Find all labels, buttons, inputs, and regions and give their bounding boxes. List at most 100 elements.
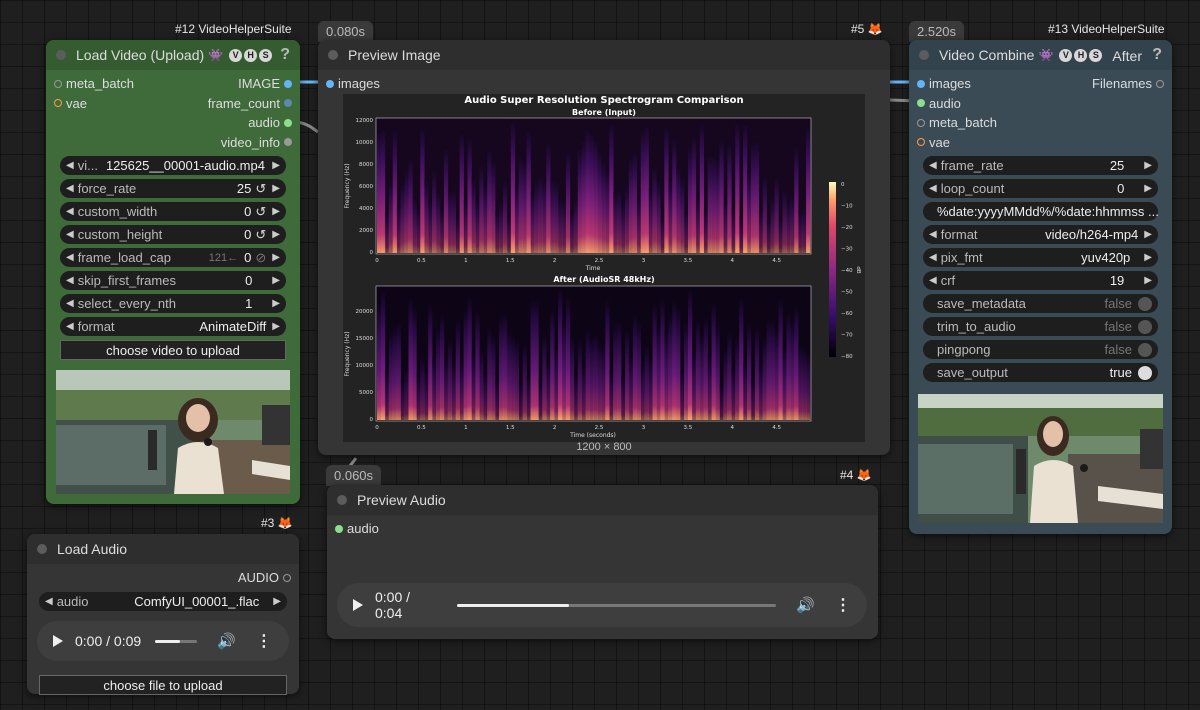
- reset-icon[interactable]: ↺: [255, 204, 266, 220]
- arrow-left-icon[interactable]: ◀: [929, 183, 937, 194]
- audio-player[interactable]: 0:00 / 0:04 🔊 ⋮: [337, 583, 867, 627]
- output-slot-image[interactable]: [284, 79, 292, 88]
- arrow-left-icon[interactable]: ◀: [66, 229, 74, 240]
- custom-height-widget[interactable]: ◀ custom_height 0 ↺ ▶: [60, 225, 286, 244]
- save-output-toggle[interactable]: save_output true: [923, 363, 1158, 382]
- arrow-right-icon[interactable]: ▶: [1144, 252, 1152, 263]
- node-graph-canvas[interactable]: #12 VideoHelperSuite Load Video (Upload)…: [0, 0, 1200, 710]
- frame-rate-widget[interactable]: ◀ frame_rate 25 ▶: [923, 156, 1158, 175]
- volume-slider[interactable]: [155, 639, 198, 643]
- trim-to-audio-toggle[interactable]: trim_to_audio false: [923, 317, 1158, 336]
- collapse-dot-icon[interactable]: [56, 50, 66, 60]
- audio-player[interactable]: 0:00 / 0:09 🔊 ⋮: [37, 621, 289, 661]
- video-combine-title-bar[interactable]: Video Combine 👾 V H S After ?: [909, 40, 1172, 70]
- play-icon[interactable]: [353, 599, 363, 611]
- help-icon[interactable]: ?: [280, 46, 290, 64]
- arrow-left-icon[interactable]: ◀: [66, 160, 74, 171]
- arrow-right-icon[interactable]: ▶: [272, 252, 280, 263]
- arrow-left-icon[interactable]: ◀: [66, 298, 74, 309]
- format-widget[interactable]: ◀ format AnimateDiff ▶: [60, 317, 286, 336]
- load-video-title-bar[interactable]: Load Video (Upload) 👾 V H S ?: [46, 40, 300, 70]
- audio-progress-bar[interactable]: [457, 603, 777, 607]
- audio-file-widget[interactable]: ◀ audio ComfyUI_00001_.flac ▶: [39, 591, 287, 611]
- output-slot-audio[interactable]: [284, 118, 292, 127]
- preview-audio-title-bar[interactable]: Preview Audio: [327, 485, 878, 515]
- arrow-right-icon[interactable]: ▶: [273, 596, 281, 607]
- preview-audio-node[interactable]: Preview Audio audio 0:00 / 0:04 🔊 ⋮: [327, 485, 878, 639]
- reset-icon[interactable]: ↺: [255, 227, 266, 243]
- video-file-widget[interactable]: ◀ vi... 125625__00001-audio.mp4 ▶: [60, 156, 286, 175]
- filename-prefix-widget[interactable]: %date:yyyyMMdd%/%date:hhmmss ...: [923, 202, 1159, 221]
- input-slot-audio[interactable]: [917, 99, 925, 108]
- force-rate-widget[interactable]: ◀ force_rate 25 ↺ ▶: [60, 179, 286, 198]
- choose-file-button[interactable]: choose file to upload: [39, 675, 287, 695]
- video-combine-node[interactable]: Video Combine 👾 V H S After ? images Fil…: [909, 40, 1172, 534]
- arrow-left-icon[interactable]: ◀: [66, 252, 74, 263]
- pix-fmt-widget[interactable]: ◀ pix_fmt yuv420p ▶: [923, 248, 1158, 267]
- input-slot-images[interactable]: [917, 79, 925, 88]
- collapse-dot-icon[interactable]: [337, 495, 347, 505]
- volume-icon[interactable]: 🔊: [217, 632, 236, 650]
- output-slot-frame-count[interactable]: [284, 99, 292, 108]
- choose-video-button[interactable]: choose video to upload: [60, 340, 286, 360]
- toggle-off-icon[interactable]: [1138, 319, 1152, 334]
- output-slot-filenames[interactable]: [1156, 79, 1164, 88]
- format-widget[interactable]: ◀ format video/h264-mp4 ▶: [923, 225, 1158, 244]
- arrow-right-icon[interactable]: ▶: [1144, 183, 1152, 194]
- collapse-dot-icon[interactable]: [919, 50, 929, 60]
- arrow-right-icon[interactable]: ▶: [272, 229, 280, 240]
- arrow-right-icon[interactable]: ▶: [272, 160, 280, 171]
- frame-load-cap-widget[interactable]: ◀ frame_load_cap 121← 0 ⊘ ▶: [60, 248, 286, 267]
- arrow-left-icon[interactable]: ◀: [66, 183, 74, 194]
- input-slot-meta-batch[interactable]: [917, 118, 925, 127]
- crf-widget[interactable]: ◀ crf 19 ▶: [923, 271, 1158, 290]
- skip-first-frames-widget[interactable]: ◀ skip_first_frames 0 ▶: [60, 271, 286, 290]
- arrow-left-icon[interactable]: ◀: [66, 321, 74, 332]
- arrow-left-icon[interactable]: ◀: [929, 252, 937, 263]
- toggle-off-icon[interactable]: [1138, 342, 1152, 357]
- save-metadata-toggle[interactable]: save_metadata false: [923, 294, 1158, 313]
- custom-width-widget[interactable]: ◀ custom_width 0 ↺ ▶: [60, 202, 286, 221]
- input-slot-audio[interactable]: [335, 524, 343, 533]
- arrow-right-icon[interactable]: ▶: [1144, 229, 1152, 240]
- arrow-right-icon[interactable]: ▶: [272, 275, 280, 286]
- spectrogram-figure: Audio Super Resolution Spectrogram Compa…: [344, 95, 861, 439]
- preview-image-node[interactable]: Preview Image images Audio Super Resolut…: [318, 40, 890, 455]
- input-slot-images[interactable]: [326, 79, 334, 88]
- arrow-right-icon[interactable]: ▶: [272, 321, 280, 332]
- loop-count-widget[interactable]: ◀ loop_count 0 ▶: [923, 179, 1158, 198]
- arrow-left-icon[interactable]: ◀: [929, 229, 937, 240]
- arrow-left-icon[interactable]: ◀: [929, 275, 937, 286]
- help-icon[interactable]: ?: [1152, 46, 1162, 64]
- arrow-left-icon[interactable]: ◀: [929, 160, 937, 171]
- play-icon[interactable]: [53, 635, 63, 647]
- input-slot-meta-batch[interactable]: [54, 79, 62, 88]
- arrow-right-icon[interactable]: ▶: [272, 298, 280, 309]
- load-video-node[interactable]: Load Video (Upload) 👾 V H S ? meta_batch…: [46, 40, 300, 504]
- pingpong-toggle[interactable]: pingpong false: [923, 340, 1158, 359]
- volume-icon[interactable]: 🔊: [796, 596, 815, 614]
- load-audio-node[interactable]: Load Audio AUDIO ◀ audio ComfyUI_00001_.…: [27, 534, 299, 695]
- collapse-dot-icon[interactable]: [37, 544, 47, 554]
- arrow-right-icon[interactable]: ▶: [1144, 160, 1152, 171]
- output-slot-audio[interactable]: [283, 573, 291, 582]
- arrow-right-icon[interactable]: ▶: [1144, 275, 1152, 286]
- output-slot-video-info[interactable]: [284, 138, 292, 147]
- select-every-nth-widget[interactable]: ◀ select_every_nth 1 ▶: [60, 294, 286, 313]
- load-audio-title-bar[interactable]: Load Audio: [27, 534, 299, 564]
- arrow-right-icon[interactable]: ▶: [272, 206, 280, 217]
- arrow-right-icon[interactable]: ▶: [272, 183, 280, 194]
- more-options-icon[interactable]: ⋮: [256, 631, 272, 651]
- preview-image-title-bar[interactable]: Preview Image: [318, 40, 890, 70]
- reset-icon[interactable]: ↺: [255, 181, 266, 197]
- video-output-preview[interactable]: [918, 394, 1163, 523]
- arrow-left-icon[interactable]: ◀: [45, 596, 53, 607]
- toggle-off-icon[interactable]: [1138, 296, 1152, 311]
- collapse-dot-icon[interactable]: [328, 50, 338, 60]
- more-options-icon[interactable]: ⋮: [835, 595, 851, 615]
- toggle-on-icon[interactable]: [1138, 365, 1152, 380]
- input-slot-vae[interactable]: [54, 99, 62, 108]
- arrow-left-icon[interactable]: ◀: [66, 275, 74, 286]
- arrow-left-icon[interactable]: ◀: [66, 206, 74, 217]
- input-slot-vae[interactable]: [917, 138, 925, 147]
